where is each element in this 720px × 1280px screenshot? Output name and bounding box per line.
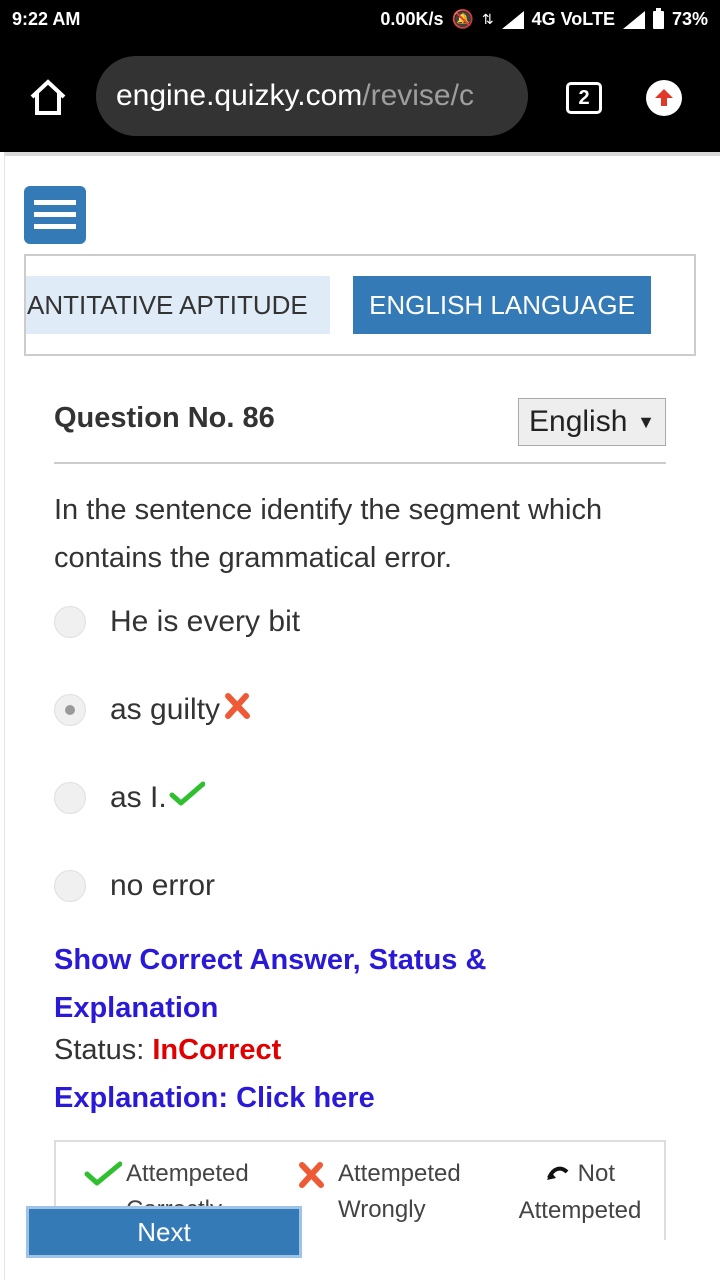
language-select-value: English bbox=[529, 405, 628, 438]
option-4-label: no error bbox=[110, 869, 216, 902]
battery-level: 73% bbox=[671, 9, 708, 29]
question-number: Question No. 86 bbox=[54, 402, 275, 434]
battery-icon bbox=[652, 7, 664, 29]
option-2-label: as guilty bbox=[110, 693, 221, 726]
option-3-label-wrap: as I. bbox=[110, 778, 206, 819]
url-path: /revise/c bbox=[362, 79, 474, 112]
tab-quantitative-aptitude[interactable]: ANTITATIVE APTITUDE bbox=[26, 276, 330, 334]
net-speed: 0.00K/s bbox=[380, 9, 444, 29]
mute-bell-icon: 🔕 bbox=[451, 9, 474, 29]
legend-wrong-label: Attempeted Wrongly bbox=[338, 1160, 461, 1223]
divider bbox=[54, 462, 666, 464]
wrong-cross-icon bbox=[222, 691, 252, 732]
status-value: InCorrect bbox=[152, 1034, 282, 1066]
option-3-radio[interactable] bbox=[54, 782, 86, 814]
browser-toolbar: engine.quizky.com/revise/c 2 bbox=[0, 40, 720, 152]
question-text: In the sentence identify the segment whi… bbox=[54, 494, 603, 574]
option-3[interactable]: as I. bbox=[54, 778, 654, 818]
dropdown-caret-icon: ▼ bbox=[637, 412, 655, 432]
not-attempted-arrow-icon bbox=[545, 1157, 571, 1193]
explanation-link[interactable]: Explanation: Click here bbox=[54, 1082, 375, 1115]
correct-check-icon bbox=[169, 779, 206, 819]
status-bar: 9:22 AM 0.00K/s 🔕 ⇅ 4G VoLTE 73% bbox=[0, 0, 720, 40]
status-label: Status: bbox=[54, 1034, 145, 1066]
data-arrows-icon: ⇅ bbox=[481, 11, 494, 27]
option-4[interactable]: no error bbox=[54, 866, 654, 906]
status-line: Status: InCorrect bbox=[54, 1034, 281, 1067]
option-2-radio[interactable] bbox=[54, 694, 86, 726]
upload-icon[interactable] bbox=[646, 80, 682, 116]
tab-switcher-button[interactable]: 2 bbox=[566, 82, 602, 114]
signal-icon bbox=[501, 10, 524, 29]
option-1-radio[interactable] bbox=[54, 606, 86, 638]
correct-check-icon bbox=[84, 1160, 123, 1199]
tab-english-language[interactable]: ENGLISH LANGUAGE bbox=[353, 276, 651, 334]
legend-not-attempted-label: Not Attempeted bbox=[518, 1160, 642, 1224]
next-button[interactable]: Next bbox=[26, 1206, 302, 1258]
signal-icon-2 bbox=[622, 10, 645, 29]
option-1[interactable]: He is every bit bbox=[54, 602, 654, 642]
option-2[interactable]: as guilty bbox=[54, 690, 654, 730]
menu-icon[interactable] bbox=[24, 186, 86, 244]
url-bar[interactable]: engine.quizky.com/revise/c bbox=[96, 56, 528, 136]
subject-tabs: ANTITATIVE APTITUDE ENGLISH LANGUAGE bbox=[24, 254, 696, 356]
url-host: engine.quizky.com bbox=[116, 79, 363, 112]
status-time: 9:22 AM bbox=[12, 9, 81, 29]
wrong-cross-icon bbox=[296, 1160, 326, 1201]
option-2-label-wrap: as guilty bbox=[110, 690, 252, 732]
option-4-radio[interactable] bbox=[54, 870, 86, 902]
status-right: 0.00K/s 🔕 ⇅ 4G VoLTE 73% bbox=[380, 7, 708, 30]
home-icon[interactable] bbox=[28, 78, 68, 116]
option-1-label: He is every bit bbox=[110, 605, 301, 638]
show-answer-link[interactable]: Show Correct Answer, Status & Explanatio… bbox=[54, 936, 574, 1032]
option-3-label: as I. bbox=[110, 781, 167, 814]
language-select[interactable]: English ▼ bbox=[518, 398, 666, 446]
network-label: 4G VoLTE bbox=[531, 9, 615, 29]
legend-not-attempted: Not Attempeted bbox=[500, 1156, 660, 1229]
